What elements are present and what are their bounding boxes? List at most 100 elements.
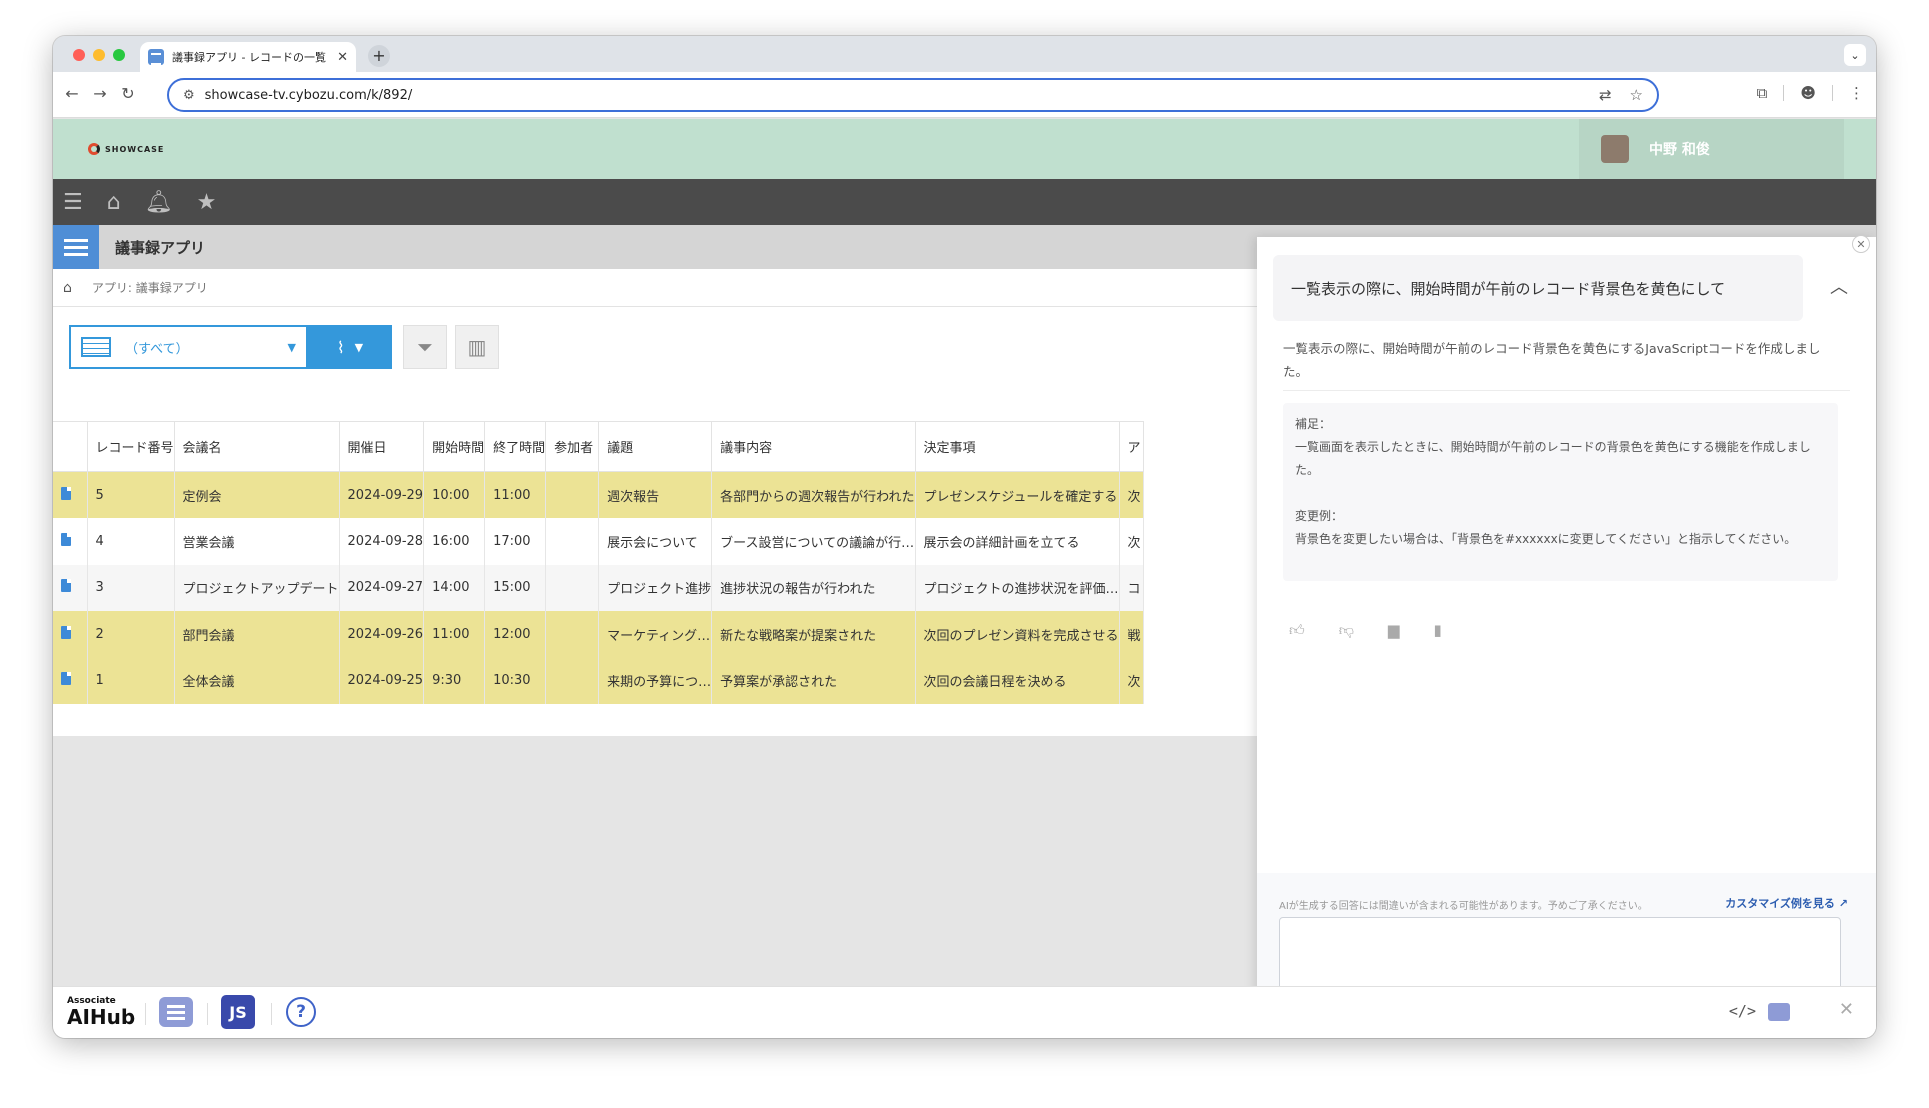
table-row[interactable]: 1 全体会議 2024-09-25 9:30 10:30 来期の予算につ… 予算… [53,657,1144,704]
record-detail-icon[interactable] [53,611,88,658]
list-customize-button[interactable] [159,997,193,1027]
ai-note-box: 補足： 一覧画面を表示したときに、開始時間が午前のレコードの背景色を黄色にする機… [1283,403,1838,581]
panel-close-icon[interactable]: ✕ [1852,235,1870,253]
cell-decision: 次回の会議日程を決める [915,657,1120,704]
cell-attendees [545,564,600,611]
code-view-button[interactable]: </> [1729,1002,1756,1020]
back-arrow-icon[interactable]: ← [61,84,83,103]
site-settings-icon[interactable]: ⚙ [183,88,195,103]
logo-text: SHOWCASE [105,144,165,154]
column-header[interactable]: 決定事項 [915,421,1120,472]
cell-decision: 展示会の詳細計画を立てる [915,518,1120,565]
aihub-logo: Associate AIHub [67,996,136,1029]
table-row[interactable]: 2 部門会議 2024-09-26 11:00 12:00 マーケティング… 新… [53,611,1144,658]
close-window-button[interactable] [73,49,85,61]
breadcrumb-app-link[interactable]: アプリ: 議事録アプリ [92,279,208,296]
graph-menu-button[interactable]: ⌇ ▼ [308,325,392,369]
thumbs-down-icon[interactable]: 👎︎ [1339,621,1354,640]
user-prompt: 一覧表示の際に、開始時間が午前のレコード背景色を黄色にして [1273,255,1803,321]
column-header[interactable]: ア [1119,421,1144,472]
extensions-puzzle-icon[interactable]: ⧉ [1757,84,1768,102]
column-header[interactable]: 議事内容 [711,421,916,472]
brand-header: SHOWCASE 中野 和俊 [53,119,1876,179]
cell-date: 2024-09-26 [339,611,425,658]
customize-examples-link[interactable]: カスタマイズ例を見る ↗ [1725,895,1848,911]
table-row[interactable]: 5 定例会 2024-09-29 10:00 11:00 週次報告 各部門からの… [53,471,1144,518]
app-list-icon[interactable] [53,225,99,269]
filter-button[interactable]: ⏷ [403,325,447,369]
cell-start-time: 11:00 [423,611,486,658]
divider [145,1003,146,1025]
cell-content: 予算案が承認された [711,657,916,704]
cell-date: 2024-09-25 [339,657,425,704]
new-tab-button[interactable]: + [368,45,390,67]
cell-extra: コ [1119,564,1144,611]
browser-menu-icon[interactable]: ⋮ [1849,84,1864,102]
cell-extra: 戦 [1119,611,1144,658]
table-row[interactable]: 4 営業会議 2024-09-28 16:00 17:00 展示会について ブー… [53,518,1144,565]
column-header[interactable]: 開催日 [339,421,425,472]
home-icon[interactable]: ⌂ [107,190,121,215]
chat-toggle-button[interactable] [1768,1003,1790,1021]
ai-answer: 一覧表示の際に、開始時間が午前のレコード背景色を黄色にするJavaScriptコ… [1283,341,1821,379]
table-row[interactable]: 3 プロジェクトアップデート 2024-09-27 14:00 15:00 プロ… [53,564,1144,611]
record-detail-icon[interactable] [53,564,88,611]
favorite-star-icon[interactable]: ★ [197,190,217,215]
cell-topic: マーケティング… [598,611,713,658]
help-button[interactable]: ? [286,997,316,1027]
column-header[interactable]: レコード番号 [87,421,175,472]
app-title[interactable]: 議事録アプリ [115,237,205,258]
column-header[interactable]: 終了時間 [484,421,547,472]
translate-icon[interactable]: ⇄ [1599,86,1612,104]
chevron-up-icon[interactable]: ︿ [1830,273,1848,299]
table-header-row: レコード番号 会議名 開催日 開始時間 終了時間 参加者 議題 議事内容 決定事… [53,421,1144,472]
showcase-logo[interactable]: SHOWCASE [88,143,164,155]
chevron-down-icon: ▼ [354,340,364,354]
clipboard-icon[interactable]: ▮ [1433,621,1441,640]
browser-tab[interactable]: 議事録アプリ - レコードの一覧 ✕ [140,42,356,72]
cell-extra: 次 [1119,471,1144,518]
change-title: 変更例： [1295,509,1344,523]
bookmark-star-icon[interactable]: ☆ [1630,86,1643,104]
notification-bell-icon[interactable]: 🔔︎ [145,190,173,215]
user-menu[interactable]: 中野 和俊 [1579,119,1844,179]
cell-content: 新たな戦略案が提案された [711,611,916,658]
graph-button[interactable]: ▥ [455,325,499,369]
tab-search-chevron-icon[interactable]: ⌄ [1844,44,1866,66]
feedback-actions: 👍︎ 👎︎ ▆ ▮ [1289,621,1442,640]
filter-funnel-icon: ⏷ [417,335,433,359]
address-bar[interactable]: ⚙ showcase-tv.cybozu.com/k/892/ ⇄ ☆ [167,78,1659,112]
column-header[interactable]: 議題 [598,421,713,472]
tab-strip: 議事録アプリ - レコードの一覧 ✕ + ⌄ [53,36,1876,72]
thumbs-up-icon[interactable]: 👍︎ [1289,621,1305,640]
cell-content: 各部門からの週次報告が行われた [711,471,916,518]
close-bar-icon[interactable]: ✕ [1839,999,1854,1020]
profile-icon[interactable]: ☻ [1800,84,1816,102]
zoom-window-button[interactable] [113,49,125,61]
record-detail-icon[interactable] [53,657,88,704]
comment-icon[interactable]: ▆ [1388,621,1400,640]
cell-topic: 週次報告 [598,471,713,518]
view-selector-label: （すべて） [125,341,189,357]
tab-close-icon[interactable]: ✕ [337,50,348,65]
cell-start-time: 14:00 [423,564,486,611]
cell-attendees [545,657,600,704]
menu-hamburger-icon[interactable]: ☰ [63,190,83,215]
view-selector[interactable]: （すべて） ▼ [69,325,308,369]
column-header[interactable]: 開始時間 [423,421,486,472]
record-detail-icon[interactable] [53,471,88,518]
global-nav: ☰ ⌂ 🔔︎ ★ [53,179,1876,225]
javascript-button[interactable]: JS [221,995,255,1029]
table-view-icon [81,337,111,357]
column-header[interactable]: 会議名 [174,421,340,472]
cell-decision: プロジェクトの進捗状況を評価… [915,564,1120,611]
avatar [1601,135,1629,163]
record-detail-icon[interactable] [53,518,88,565]
chat-input[interactable] [1279,917,1841,993]
cell-end-time: 12:00 [484,611,547,658]
reload-icon[interactable]: ↻ [117,84,139,103]
breadcrumb-home-icon[interactable]: ⌂ [63,280,72,296]
minimize-window-button[interactable] [93,49,105,61]
forward-arrow-icon[interactable]: → [89,84,111,103]
column-header[interactable]: 参加者 [545,421,600,472]
